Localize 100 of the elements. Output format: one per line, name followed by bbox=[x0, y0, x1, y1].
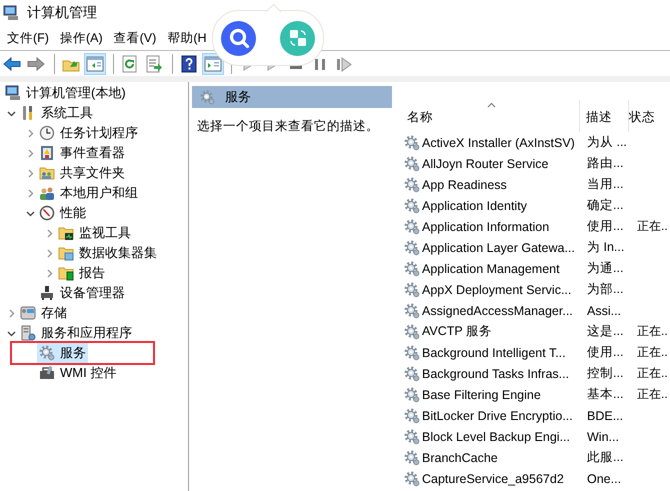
menu-item[interactable]: 操作(A) bbox=[58, 28, 104, 48]
menu-item[interactable]: 帮助(H bbox=[166, 28, 208, 48]
plug-icon bbox=[39, 285, 55, 301]
table-cell: 这是... bbox=[587, 324, 624, 338]
clock-icon bbox=[39, 125, 55, 141]
gear-icon bbox=[404, 408, 420, 424]
tree-item[interactable]: 任务计划程序 bbox=[37, 123, 140, 143]
gear-icon bbox=[404, 282, 420, 298]
table-cell: 正在.. bbox=[637, 366, 668, 380]
table-cell: 正在.. bbox=[637, 324, 668, 338]
gear-icon bbox=[404, 218, 420, 234]
menu-item[interactable]: 文件(F) bbox=[6, 28, 50, 48]
search-button[interactable] bbox=[221, 20, 256, 56]
table-cell: Base Filtering Engine bbox=[422, 388, 541, 402]
tree-item[interactable]: 监视工具 bbox=[56, 223, 133, 243]
table-cell: BitLocker Drive Encryptio... bbox=[422, 408, 573, 422]
tree-item[interactable]: 系统工具 bbox=[18, 103, 95, 123]
chevron-icon[interactable] bbox=[6, 328, 16, 338]
gear-icon bbox=[404, 176, 420, 192]
folder-icon bbox=[58, 265, 74, 281]
chevron-icon[interactable] bbox=[26, 208, 34, 218]
drive-icon bbox=[20, 305, 36, 321]
log-icon bbox=[39, 145, 55, 161]
table-cell: 此服... bbox=[587, 450, 624, 464]
help-icon bbox=[180, 54, 198, 72]
table-cell: AVCTP 服务 bbox=[422, 323, 492, 340]
table-cell: 控制... bbox=[587, 366, 624, 380]
panel-title: 服务 bbox=[225, 88, 251, 106]
gear-icon bbox=[39, 345, 55, 361]
gear-icon bbox=[404, 428, 420, 444]
table-cell: CaptureService_a9567d2 bbox=[422, 472, 564, 486]
table-cell: 正在.. bbox=[637, 387, 668, 401]
table-cell: Block Level Backup Engi... bbox=[422, 430, 570, 444]
shared-folder-icon bbox=[39, 165, 55, 181]
forward-arrow-icon bbox=[27, 54, 45, 72]
window-title: 计算机管理 bbox=[27, 4, 97, 22]
tree-item[interactable]: 共享文件夹 bbox=[37, 163, 127, 183]
folder-icon bbox=[58, 225, 74, 241]
gear-icon bbox=[404, 344, 420, 360]
table-cell: 为部... bbox=[587, 282, 624, 296]
refresh-icon bbox=[121, 54, 139, 72]
gear-icon bbox=[404, 386, 420, 402]
gear-icon bbox=[404, 450, 420, 466]
table-cell: 当用... bbox=[587, 177, 624, 191]
table-cell: Application Layer Gatewa... bbox=[422, 240, 575, 254]
tree-item[interactable]: 报告 bbox=[56, 263, 107, 283]
tree-item[interactable]: WMI 控件 bbox=[37, 363, 118, 383]
table-cell: AppX Deployment Servic... bbox=[422, 282, 572, 296]
table-cell: 正在.. bbox=[637, 219, 668, 233]
server-icon bbox=[20, 325, 36, 341]
table-cell: Application Information bbox=[422, 220, 550, 234]
column-header[interactable]: 状态 bbox=[629, 100, 670, 132]
back-arrow-icon bbox=[3, 54, 21, 72]
table-cell: ActiveX Installer (AxInstSV) bbox=[422, 136, 575, 150]
translate-button[interactable] bbox=[280, 20, 315, 56]
gear-icon bbox=[404, 260, 420, 276]
tree-item[interactable]: 性能 bbox=[37, 203, 88, 223]
gear-icon bbox=[404, 470, 420, 486]
table-cell: Background Intelligent T... bbox=[422, 346, 566, 360]
search-icon bbox=[228, 27, 250, 49]
gauge-icon bbox=[39, 205, 55, 221]
table-cell: Background Tasks Infras... bbox=[422, 366, 570, 380]
menu-item[interactable]: 查看(V) bbox=[112, 28, 158, 48]
table-cell: 确定... bbox=[587, 198, 624, 212]
users-icon bbox=[39, 185, 55, 201]
resume-icon bbox=[335, 54, 353, 72]
table-cell: AssignedAccessManager... bbox=[422, 304, 573, 318]
export-icon bbox=[145, 54, 163, 72]
tree-item[interactable]: 服务和应用程序 bbox=[18, 323, 134, 343]
tree-item[interactable]: 数据收集器集 bbox=[56, 243, 159, 263]
description-text: 选择一个项目来查看它的描述。 bbox=[196, 118, 380, 135]
gear-icon bbox=[404, 156, 420, 172]
gear-icon bbox=[200, 90, 215, 104]
tree-item[interactable]: 设备管理器 bbox=[37, 283, 127, 303]
table-cell: 路由... bbox=[587, 156, 624, 170]
column-header[interactable]: 描述 bbox=[580, 100, 629, 132]
chevron-icon[interactable] bbox=[6, 108, 16, 118]
tree-item[interactable]: 存储 bbox=[18, 303, 69, 323]
pane-icon bbox=[86, 54, 104, 72]
table-cell: BranchCache bbox=[422, 450, 498, 464]
gear-icon bbox=[404, 240, 420, 256]
table-cell: App Readiness bbox=[422, 178, 507, 192]
tree-item[interactable]: 本地用户和组 bbox=[37, 183, 140, 203]
toolbox-icon bbox=[39, 365, 55, 381]
table-cell: 基本... bbox=[587, 387, 624, 401]
table-cell: AllJoyn Router Service bbox=[422, 156, 548, 170]
table-cell: Assi... bbox=[587, 304, 622, 318]
table-cell: 使用... bbox=[587, 345, 624, 359]
translate-icon bbox=[288, 28, 308, 48]
tree-item[interactable]: 计算机管理(本地) bbox=[3, 83, 128, 103]
table-cell: 为 In... bbox=[587, 240, 624, 254]
table-cell: 使用... bbox=[587, 219, 624, 233]
gear-icon bbox=[404, 198, 420, 214]
table-cell: Application Management bbox=[422, 262, 560, 276]
folder-icon bbox=[58, 245, 74, 261]
tree-item[interactable]: 服务 bbox=[37, 343, 88, 363]
table-cell: 正在.. bbox=[637, 345, 668, 359]
table-cell: Win... bbox=[587, 430, 619, 444]
tree-item[interactable]: 事件查看器 bbox=[37, 143, 127, 163]
column-header[interactable]: 名称 bbox=[392, 100, 580, 132]
